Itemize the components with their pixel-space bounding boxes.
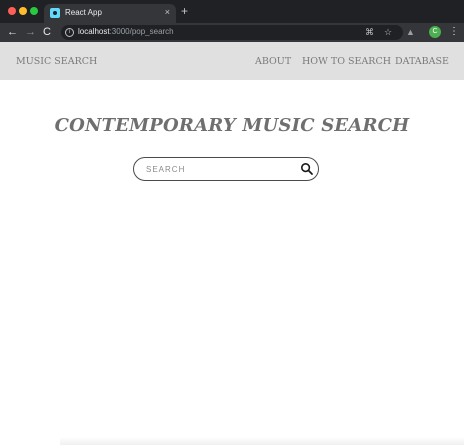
brand-link[interactable]: MUSIC SEARCH xyxy=(16,56,97,67)
url-host: localhost xyxy=(78,27,110,36)
tab-close-icon[interactable]: × xyxy=(165,7,170,18)
back-button[interactable]: ← xyxy=(7,25,18,39)
page-title: CONTEMPORARY MUSIC SEARCH xyxy=(54,115,410,136)
browser-toolbar: ← → C i localhost:3000/pop_search ⌘ ☆ xyxy=(0,23,464,42)
url-text: localhost:3000/pop_search xyxy=(78,27,174,36)
address-bar[interactable]: i localhost:3000/pop_search ⌘ ☆ xyxy=(61,25,403,40)
site-navbar: MUSIC SEARCH ABOUT HOW TO SEARCH DATABAS… xyxy=(0,42,464,80)
nav-link-database[interactable]: DATABASE xyxy=(395,56,449,67)
browser-tab[interactable]: React App × xyxy=(44,4,176,23)
reload-button[interactable]: C xyxy=(43,25,51,39)
search-input[interactable] xyxy=(146,163,296,176)
maximize-window-button[interactable] xyxy=(30,7,38,15)
search-bar xyxy=(133,157,319,181)
extension-icon[interactable]: ▲ xyxy=(406,26,415,38)
bookmark-star-icon[interactable]: ☆ xyxy=(384,26,392,38)
profile-avatar[interactable]: C xyxy=(429,26,441,38)
nav-link-about[interactable]: ABOUT xyxy=(255,56,291,67)
close-window-button[interactable] xyxy=(8,7,16,15)
browser-menu-icon[interactable]: ⋮ xyxy=(449,25,459,38)
react-logo-icon xyxy=(50,8,60,18)
new-tab-button[interactable]: + xyxy=(181,5,188,17)
browser-titlebar: React App × + xyxy=(0,0,464,23)
bottom-edge-shadow xyxy=(60,437,464,445)
search-icon[interactable] xyxy=(300,162,314,176)
url-path: :3000/pop_search xyxy=(109,27,174,36)
nav-link-how-to-search[interactable]: HOW TO SEARCH xyxy=(302,56,391,67)
site-info-icon[interactable]: i xyxy=(65,28,74,37)
forward-button[interactable]: → xyxy=(25,25,36,39)
minimize-window-button[interactable] xyxy=(19,7,27,15)
translate-icon[interactable]: ⌘ xyxy=(365,26,374,38)
tab-title: React App xyxy=(65,8,102,17)
